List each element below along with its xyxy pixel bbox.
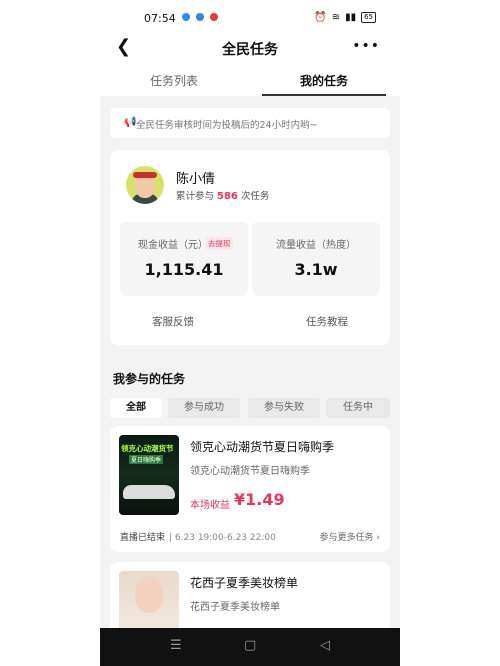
system-nav-bar: ☰ ▢ ◁ — [100, 628, 400, 666]
system-icons: ⏰ ≋ ▮▮ 65 — [314, 12, 376, 23]
alarm-icon: ⏰ — [314, 12, 327, 23]
task-card[interactable]: 领克心动潮货节 夏日嗨购季 领克心动潮货节夏日嗨购季 领克心动潮货节夏日嗨购季 … — [110, 426, 390, 552]
chevron-right-icon: › — [376, 533, 380, 543]
megaphone-icon: 📢 — [124, 117, 137, 128]
phone-screen: 07:54 ⏰ ≋ ▮▮ 65 ❮ 全民任务 ••• 任务列表 我的任务 📢 全… — [100, 0, 400, 666]
task-title: 花西子夏季美妆榜单 — [190, 576, 299, 590]
menu-icon[interactable]: ☰ — [170, 638, 182, 653]
count-number: 586 — [217, 191, 238, 202]
avatar-headband — [133, 172, 157, 178]
cash-earnings-label: 现金收益（元） — [138, 240, 208, 251]
app-notification-icon — [196, 13, 204, 21]
task-subtitle: 领克心动潮货节夏日嗨购季 — [190, 466, 310, 477]
back-nav-icon[interactable]: ◁ — [320, 638, 330, 653]
live-status: 直播已结束 — [120, 533, 166, 543]
signal-icon: ▮▮ — [345, 12, 357, 23]
task-title: 领克心动潮货节夏日嗨购季 — [190, 440, 335, 454]
task-status: 直播已结束 | 6.23 19:00-6.23 22:00 — [120, 530, 276, 543]
section-title: 我参与的任务 — [113, 372, 186, 386]
model-portrait — [135, 577, 163, 613]
tab-indicator — [262, 94, 386, 96]
status-bar: 07:54 ⏰ ≋ ▮▮ 65 — [100, 0, 400, 36]
notification-icons — [182, 13, 218, 21]
customer-feedback-link[interactable]: 客服反馈 — [152, 314, 194, 329]
app-notification-icon — [182, 13, 190, 21]
status-time: 07:54 — [144, 12, 176, 25]
app-notification-icon — [210, 13, 218, 21]
wifi-icon: ≋ — [331, 12, 341, 23]
participation-count: 累计参与 586 次任务 — [176, 188, 269, 202]
earnings-value: ¥1.49 — [234, 490, 285, 509]
more-icon[interactable]: ••• — [352, 38, 380, 54]
task-thumbnail: 领克心动潮货节 夏日嗨购季 — [119, 435, 179, 515]
earnings-label: 本场收益 — [190, 500, 230, 511]
filter-in-progress[interactable]: 任务中 — [326, 398, 390, 418]
cash-earnings-value: 1,115.41 — [144, 260, 224, 279]
filter-failed[interactable]: 参与失败 — [248, 398, 320, 418]
user-name: 陈小倩 — [176, 172, 216, 187]
more-tasks-label: 参与更多任务 — [319, 533, 374, 543]
filter-bar: 全部 参与成功 参与失败 任务中 — [110, 398, 400, 418]
task-subtitle: 花西子夏季美妆榜单 — [190, 602, 280, 613]
profile-card: 陈小倩 累计参与 586 次任务 现金收益（元） 去提现 1,115.41 流量收益… — [110, 150, 390, 345]
tab-task-list[interactable]: 任务列表 — [150, 72, 198, 89]
task-tutorial-link[interactable]: 任务教程 — [306, 314, 348, 329]
filter-success[interactable]: 参与成功 — [168, 398, 240, 418]
avatar[interactable] — [126, 166, 164, 204]
task-time-value: 6.23 19:00-6.23 22:00 — [174, 533, 276, 543]
task-time: | 6.23 19:00-6.23 22:00 — [169, 533, 276, 543]
filter-all[interactable]: 全部 — [110, 398, 162, 418]
battery-icon: 65 — [361, 12, 376, 23]
nav-bar: ❮ 全民任务 ••• — [100, 36, 400, 60]
traffic-earnings-label: 流量收益（热度） — [276, 240, 356, 251]
notice-bar: 📢 全民任务审核时间为投稿后的24小时内哟~ — [110, 108, 390, 138]
count-prefix: 累计参与 — [176, 191, 215, 202]
thumbnail-subtitle: 夏日嗨购季 — [129, 455, 164, 464]
notice-text: 全民任务审核时间为投稿后的24小时内哟~ — [136, 120, 318, 131]
cash-earnings-box: 现金收益（元） 去提现 1,115.41 — [120, 222, 248, 296]
home-icon[interactable]: ▢ — [244, 638, 256, 653]
traffic-earnings-box: 流量收益（热度） 3.1w — [252, 222, 380, 296]
tab-bar: 任务列表 我的任务 — [100, 60, 400, 96]
withdraw-button[interactable]: 去提现 — [206, 237, 233, 250]
count-suffix: 次任务 — [240, 191, 270, 202]
tab-my-tasks[interactable]: 我的任务 — [300, 72, 348, 89]
car-image — [123, 485, 175, 499]
more-tasks-link[interactable]: 参与更多任务 › — [320, 530, 381, 543]
thumbnail-title: 领克心动潮货节 — [121, 444, 174, 453]
traffic-earnings-value: 3.1w — [294, 260, 338, 279]
